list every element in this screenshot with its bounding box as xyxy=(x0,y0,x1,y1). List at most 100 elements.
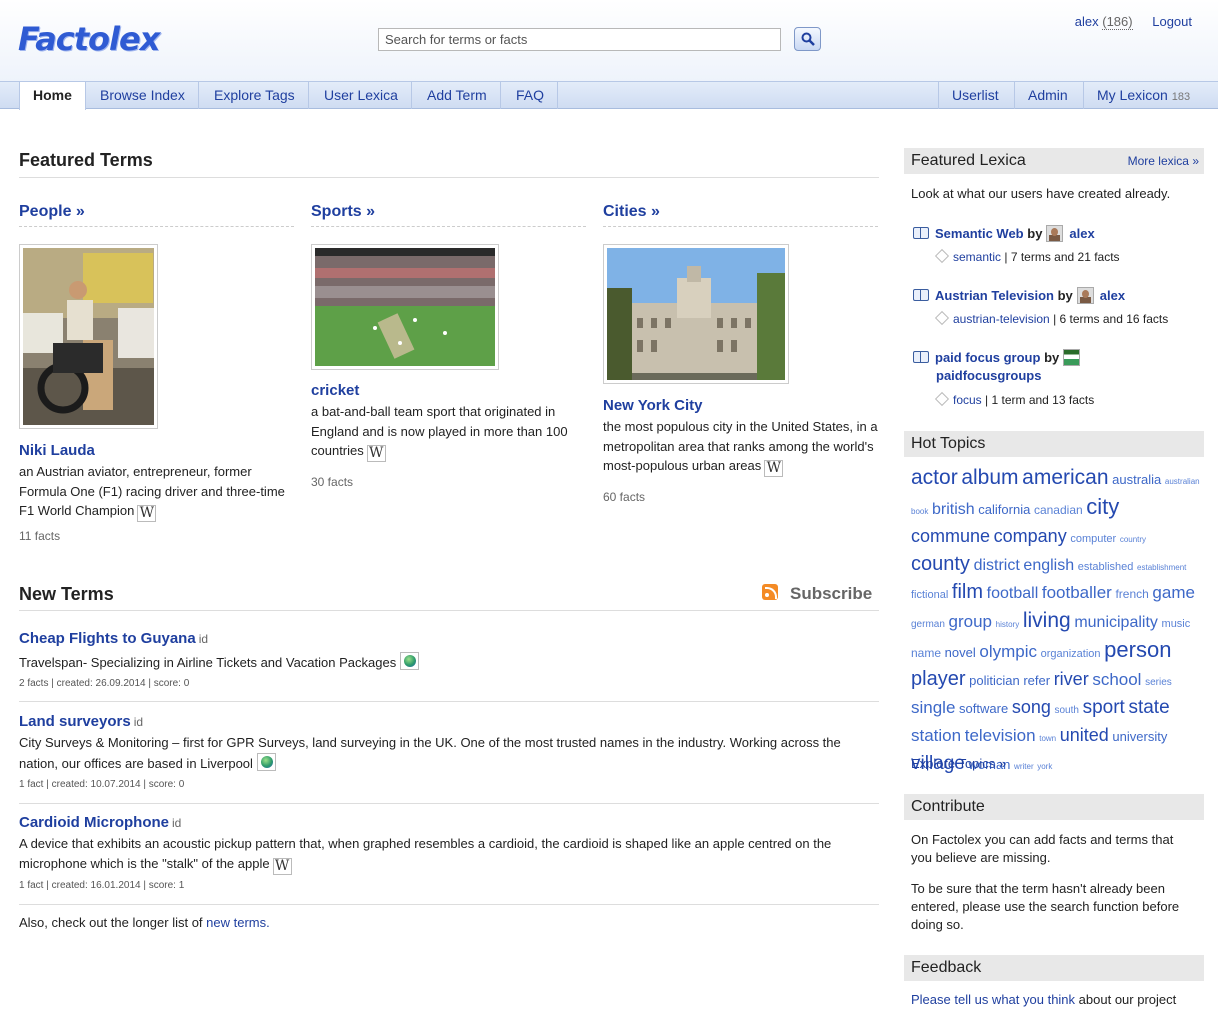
id-label[interactable]: id xyxy=(199,632,208,646)
topic-tag-university[interactable]: university xyxy=(1112,729,1167,744)
topic-tag-computer[interactable]: computer xyxy=(1070,533,1116,545)
topic-tag-film[interactable]: film xyxy=(952,581,983,603)
wikipedia-icon[interactable]: W xyxy=(764,460,784,477)
topic-tag-refer[interactable]: refer xyxy=(1023,673,1050,688)
tab-browse-index[interactable]: Browse Index xyxy=(87,82,199,109)
user-avatar[interactable] xyxy=(1063,349,1081,366)
topic-tag-company[interactable]: company xyxy=(994,526,1067,546)
topic-tag-television[interactable]: television xyxy=(965,726,1036,745)
topic-tag-album[interactable]: album xyxy=(961,466,1018,489)
search-input[interactable] xyxy=(378,28,781,51)
term-title-link[interactable]: Niki Lauda xyxy=(19,442,95,459)
topic-tag-commune[interactable]: commune xyxy=(911,526,990,546)
topic-tag-group[interactable]: group xyxy=(949,612,992,631)
lexicon-title-link[interactable]: Semantic Web xyxy=(935,226,1024,241)
topic-tag-establishment[interactable]: establishment xyxy=(1137,563,1186,572)
topic-tag-book[interactable]: book xyxy=(911,507,928,516)
new-york-city-photo[interactable] xyxy=(603,244,789,384)
feedback-link[interactable]: Please tell us what you think xyxy=(911,992,1075,1007)
logout-link[interactable]: Logout xyxy=(1152,14,1192,29)
more-lexica-link[interactable]: More lexica » xyxy=(1128,154,1199,168)
topic-tag-organization[interactable]: organization xyxy=(1041,648,1101,660)
topic-tag-canadian[interactable]: canadian xyxy=(1034,503,1083,517)
topic-tag-state[interactable]: state xyxy=(1128,697,1169,718)
category-sports-link[interactable]: Sports » xyxy=(311,203,375,221)
globe-icon[interactable] xyxy=(400,652,420,670)
topic-tag-town[interactable]: town xyxy=(1039,734,1056,743)
lexicon-title-link[interactable]: paid focus group xyxy=(935,350,1040,365)
topic-tag-country[interactable]: country xyxy=(1120,535,1146,544)
topic-tag-football[interactable]: football xyxy=(987,585,1039,602)
lexicon-user-link[interactable]: alex xyxy=(1100,288,1125,303)
user-link[interactable]: alex xyxy=(1075,14,1099,29)
topic-tag-french[interactable]: french xyxy=(1115,587,1148,601)
cricket-photo[interactable] xyxy=(311,244,499,370)
new-term-title-link[interactable]: Cheap Flights to Guyana xyxy=(19,630,196,647)
globe-icon[interactable] xyxy=(256,752,276,771)
topic-tag-name[interactable]: name xyxy=(911,646,941,660)
topic-tag-australian[interactable]: australian xyxy=(1165,477,1200,486)
topic-tag-history[interactable]: history xyxy=(996,620,1020,629)
tab-add-term[interactable]: Add Term xyxy=(414,82,501,109)
topic-tag-fictional[interactable]: fictional xyxy=(911,589,948,601)
term-title-link[interactable]: cricket xyxy=(311,382,359,399)
topic-tag-united[interactable]: united xyxy=(1060,725,1109,745)
topic-tag-sport[interactable]: sport xyxy=(1083,697,1125,718)
lexicon-user-link[interactable]: alex xyxy=(1069,226,1094,241)
search-button[interactable] xyxy=(794,27,821,51)
id-label[interactable]: id xyxy=(134,715,143,729)
topic-tag-song[interactable]: song xyxy=(1012,697,1051,717)
tab-explore-tags[interactable]: Explore Tags xyxy=(201,82,309,109)
new-terms-link[interactable]: new terms. xyxy=(206,915,270,930)
topic-tag-australia[interactable]: australia xyxy=(1112,472,1161,487)
niki-lauda-photo[interactable] xyxy=(19,244,158,429)
topic-tag-german[interactable]: german xyxy=(911,619,945,630)
new-term-title-link[interactable]: Cardioid Microphone xyxy=(19,814,169,831)
user-avatar[interactable] xyxy=(1076,287,1094,304)
topic-tag-english[interactable]: english xyxy=(1023,557,1074,574)
wikipedia-icon[interactable]: W xyxy=(366,445,386,462)
lexicon-tag-link[interactable]: semantic xyxy=(953,250,1001,264)
topic-tag-game[interactable]: game xyxy=(1152,583,1195,602)
tab-my-lexicon[interactable]: My Lexicon 183 xyxy=(1083,82,1203,109)
category-cities-link[interactable]: Cities » xyxy=(603,203,660,221)
tab-admin[interactable]: Admin xyxy=(1014,82,1081,109)
topic-tag-novel[interactable]: novel xyxy=(945,645,976,660)
topic-tag-school[interactable]: school xyxy=(1092,670,1141,689)
topic-tag-writer[interactable]: writer xyxy=(1014,762,1034,771)
new-term-title-link[interactable]: Land surveyors xyxy=(19,713,131,730)
factolex-logo[interactable]: Factolex xyxy=(18,20,160,58)
topic-tag-district[interactable]: district xyxy=(974,557,1020,574)
topic-tag-music[interactable]: music xyxy=(1162,618,1191,630)
topic-tag-politician[interactable]: politician xyxy=(969,673,1020,688)
category-people-link[interactable]: People » xyxy=(19,203,85,221)
topic-tag-california[interactable]: california xyxy=(978,502,1030,517)
wikipedia-icon[interactable]: W xyxy=(137,505,157,522)
explore-topics-link[interactable]: Explore Topics » xyxy=(911,755,1006,773)
subscribe-link[interactable]: Subscribe xyxy=(762,584,872,604)
lexicon-tag-link[interactable]: austrian-television xyxy=(953,312,1050,326)
tab-faq[interactable]: FAQ xyxy=(503,82,559,109)
topic-tag-player[interactable]: player xyxy=(911,668,965,690)
topic-tag-city[interactable]: city xyxy=(1086,494,1119,519)
topic-tag-established[interactable]: established xyxy=(1078,561,1134,573)
topic-tag-american[interactable]: american xyxy=(1022,466,1108,489)
topic-tag-software[interactable]: software xyxy=(959,701,1008,716)
topic-tag-york[interactable]: york xyxy=(1037,762,1052,771)
topic-tag-footballer[interactable]: footballer xyxy=(1042,583,1112,602)
topic-tag-actor[interactable]: actor xyxy=(911,466,958,489)
user-avatar[interactable] xyxy=(1046,225,1064,242)
topic-tag-living[interactable]: living xyxy=(1023,609,1071,632)
topic-tag-station[interactable]: station xyxy=(911,726,961,745)
tab-userlist[interactable]: Userlist xyxy=(938,82,1012,109)
topic-tag-county[interactable]: county xyxy=(911,553,970,575)
lexicon-user-link[interactable]: paidfocusgroups xyxy=(936,368,1041,383)
id-label[interactable]: id xyxy=(172,816,181,830)
topic-tag-series[interactable]: series xyxy=(1145,677,1172,688)
term-title-link[interactable]: New York City xyxy=(603,397,702,414)
topic-tag-south[interactable]: south xyxy=(1054,705,1078,716)
topic-tag-olympic[interactable]: olympic xyxy=(979,642,1037,661)
lexicon-tag-link[interactable]: focus xyxy=(953,393,982,407)
wikipedia-icon[interactable]: W xyxy=(272,857,292,875)
tab-home[interactable]: Home xyxy=(19,82,86,110)
